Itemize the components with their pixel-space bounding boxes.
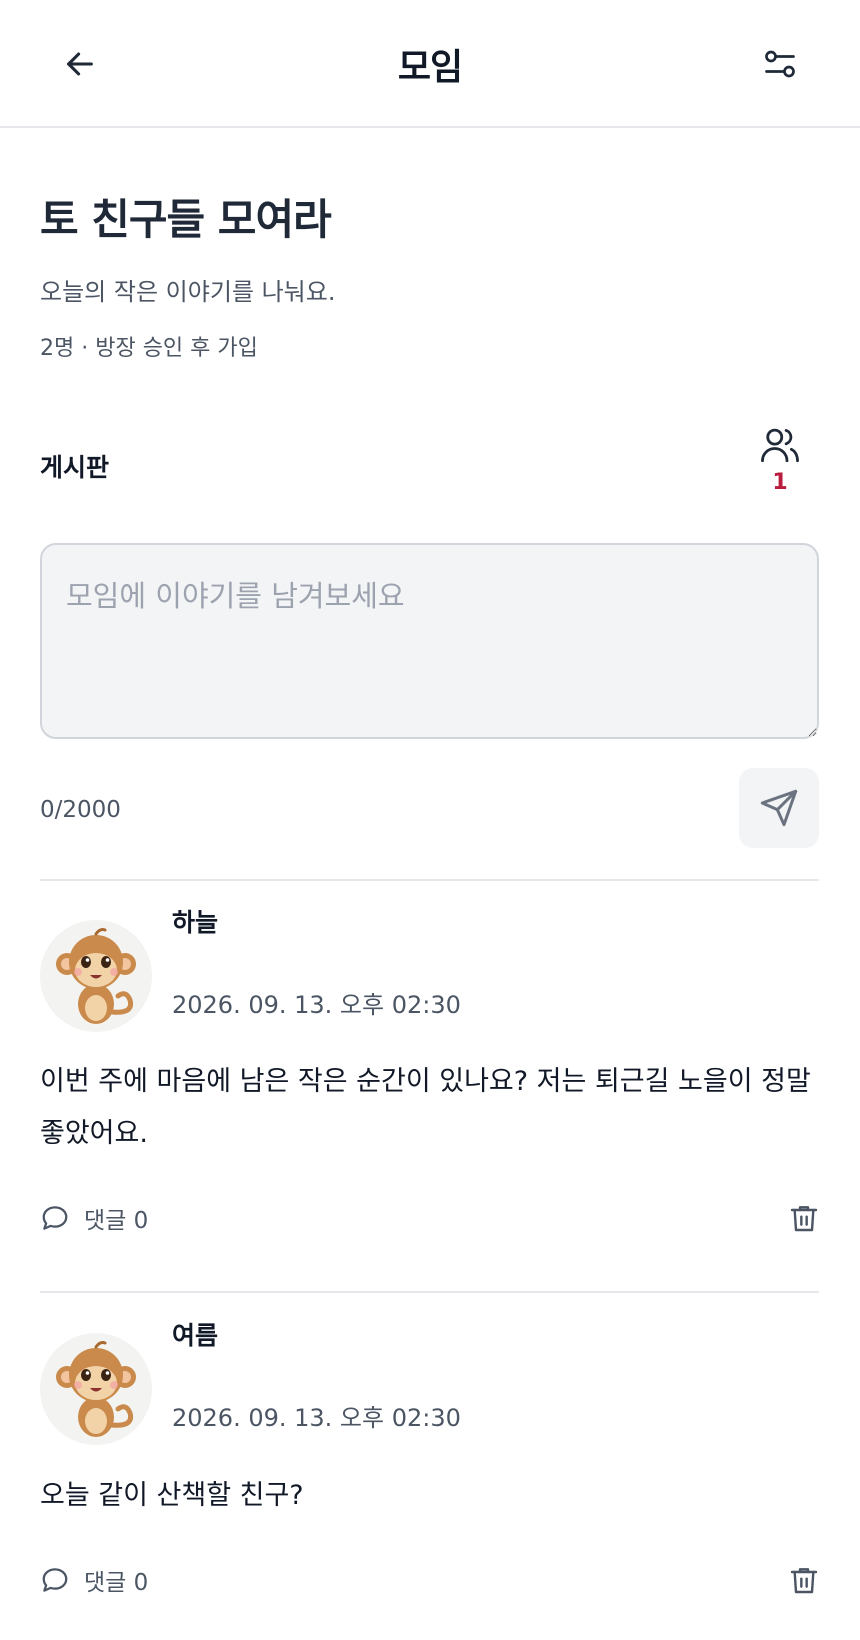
sliders-icon [765,50,795,78]
page-title: 모임 [397,47,463,88]
top-app-bar: 모임 [0,0,860,128]
monkey-avatar-icon [40,920,152,1032]
post-body: 이번 주에 마음에 남은 작은 순간이 있나요? 저는 퇴근길 노을이 정말 좋… [40,1066,811,1149]
members-button[interactable]: 1 [748,424,812,502]
send-button[interactable] [739,768,819,848]
post-author: 하늘 [172,908,219,937]
comment-count-label: 댓글 0 [84,1208,149,1234]
comment-count-label: 댓글 0 [84,1570,149,1596]
send-icon [760,789,798,827]
post-timestamp: 2026. 09. 13. 오후 02:30 [172,991,461,1019]
filter-settings-button[interactable] [756,40,804,88]
post-input[interactable] [40,543,819,739]
group-meta: 2명 · 방장 승인 후 가입 [40,336,258,361]
post-author: 여름 [172,1321,219,1350]
users-icon [761,428,799,463]
trash-icon [790,1206,818,1232]
group-description: 오늘의 작은 이야기를 나눠요. [40,278,336,306]
avatar [40,920,152,1032]
post-timestamp: 2026. 09. 13. 오후 02:30 [172,1404,461,1432]
delete-post-button[interactable] [784,1560,824,1600]
comment-icon [42,1206,68,1230]
comment-button[interactable]: 댓글 0 [40,1560,148,1600]
delete-post-button[interactable] [784,1198,824,1238]
post-divider [40,1291,819,1293]
comment-button[interactable]: 댓글 0 [40,1198,148,1238]
member-request-badge: 1 [772,470,788,495]
group-title: 토 친구들 모여라 [40,195,332,244]
composer-divider [40,879,819,881]
avatar [40,1333,152,1445]
board-section-label: 게시판 [40,453,110,482]
trash-icon [790,1568,818,1594]
monkey-avatar-icon [40,1333,152,1445]
comment-icon [42,1568,68,1592]
post-body: 오늘 같이 산책할 친구? [40,1480,304,1511]
char-counter: 0/2000 [40,797,121,823]
